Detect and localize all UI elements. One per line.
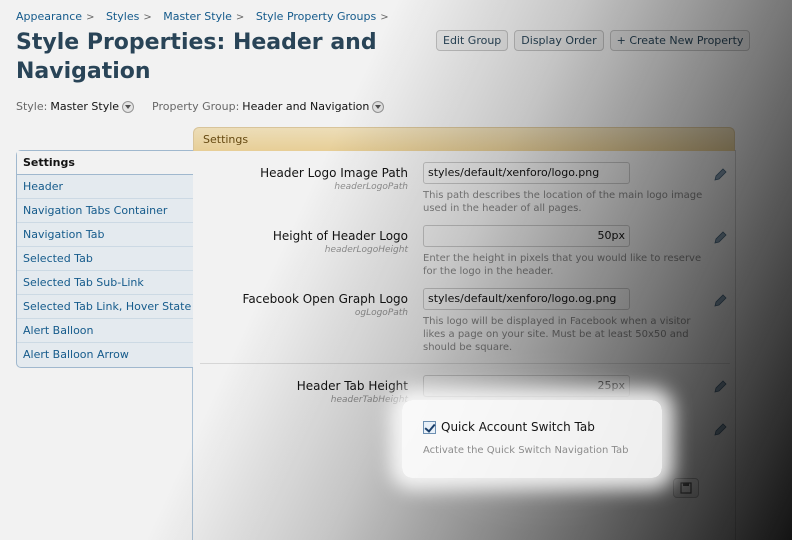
tab-header[interactable]: Header	[17, 175, 193, 199]
pencil-edit-icon[interactable]	[713, 380, 727, 394]
save-button[interactable]	[673, 478, 699, 498]
style-label: Style:	[16, 100, 48, 113]
tab-selected-tab-link-hover-state[interactable]: Selected Tab Link, Hover State	[17, 295, 193, 319]
og-logo-path-input[interactable]: styles/default/xenforo/logo.og.png	[423, 288, 630, 310]
property-tabs: Settings Header Navigation Tabs Containe…	[16, 150, 193, 368]
breadcrumb-separator: >	[235, 12, 245, 23]
display-order-button[interactable]: Display Order	[514, 30, 604, 51]
breadcrumb-item-appearance[interactable]: Appearance	[16, 10, 82, 23]
property-key: headerLogoHeight	[324, 245, 408, 255]
chevron-down-icon[interactable]	[372, 100, 385, 113]
tab-alert-balloon-arrow[interactable]: Alert Balloon Arrow	[17, 343, 193, 367]
property-group-label: Property Group:	[152, 100, 240, 113]
tab-selected-tab-sub-link[interactable]: Selected Tab Sub-Link	[17, 271, 193, 295]
create-property-button[interactable]: + Create New Property	[609, 30, 751, 51]
chevron-down-icon[interactable]	[122, 100, 135, 113]
breadcrumb-item-styles[interactable]: Styles	[106, 10, 139, 23]
style-value[interactable]: Master Style	[50, 100, 119, 113]
breadcrumb-item-style-property-groups[interactable]: Style Property Groups	[256, 10, 376, 23]
tab-selected-tab[interactable]: Selected Tab	[17, 247, 193, 271]
filter-row: Style: Master Style Property Group: Head…	[16, 100, 385, 113]
breadcrumb: Appearance > Styles > Master Style > Style …	[16, 10, 397, 23]
tab-alert-balloon[interactable]: Alert Balloon	[17, 319, 193, 343]
property-label: Height of Header Logo	[272, 229, 408, 243]
property-description: This path describes the location of the …	[423, 190, 703, 214]
pencil-edit-icon[interactable]	[713, 423, 727, 437]
property-group-value[interactable]: Header and Navigation	[242, 100, 369, 113]
tab-navigation-tab[interactable]: Navigation Tab	[17, 223, 193, 247]
property-description: This logo will be displayed in Facebook …	[423, 316, 691, 353]
save-icon	[680, 482, 692, 494]
breadcrumb-separator: >	[380, 12, 389, 23]
property-key: headerTabHeight	[330, 395, 408, 405]
breadcrumb-separator: >	[143, 12, 152, 23]
pencil-edit-icon[interactable]	[713, 294, 727, 308]
header-tab-height-input[interactable]: 25px	[423, 375, 630, 397]
tab-navigation-tabs-container[interactable]: Navigation Tabs Container	[17, 199, 193, 223]
property-key: ogLogoPath	[354, 308, 408, 318]
property-label: Header Logo Image Path	[260, 166, 408, 180]
property-key: headerLogoPath	[334, 182, 408, 192]
page-title: Style Properties: Header and Navigation	[16, 30, 377, 84]
property-label: Facebook Open Graph Logo	[242, 292, 408, 306]
divider	[200, 363, 730, 364]
property-label: Header Tab Height	[296, 379, 408, 393]
edit-group-button[interactable]: Edit Group	[436, 30, 509, 51]
pencil-edit-icon[interactable]	[713, 168, 727, 182]
settings-header: Settings	[193, 127, 735, 151]
header-logo-path-input[interactable]: styles/default/xenforo/logo.png	[423, 162, 630, 184]
breadcrumb-item-master-style[interactable]: Master Style	[163, 10, 232, 23]
property-description: Enter the height in pixels that you woul…	[423, 253, 702, 277]
top-buttons: Edit Group Display Order + Create New Pr…	[436, 30, 751, 51]
breadcrumb-separator: >	[86, 12, 95, 23]
header-logo-height-input[interactable]: 50px	[423, 225, 630, 247]
tab-settings[interactable]: Settings	[17, 151, 193, 175]
pencil-edit-icon[interactable]	[713, 231, 727, 245]
